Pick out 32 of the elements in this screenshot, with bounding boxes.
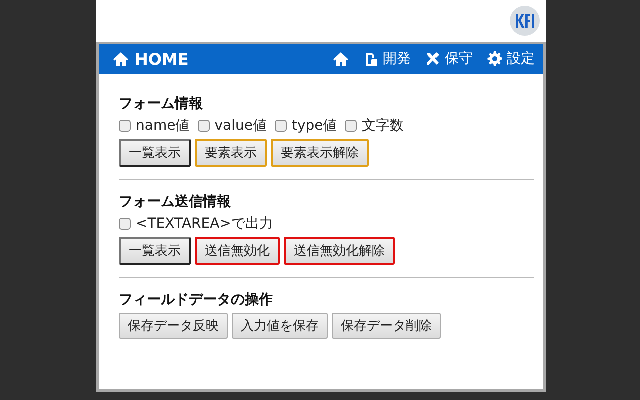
action-button[interactable]: 送信無効化 <box>195 237 280 265</box>
home-icon[interactable] <box>333 51 349 67</box>
home-icon[interactable] <box>113 51 129 67</box>
action-button[interactable]: 保存データ削除 <box>332 313 441 339</box>
checkbox-label[interactable]: 文字数 <box>362 117 404 135</box>
action-button[interactable]: 送信無効化解除 <box>284 237 395 265</box>
action-button[interactable]: 一覧表示 <box>119 237 191 265</box>
nav-link[interactable]: 開発 <box>383 50 411 68</box>
checkbox[interactable] <box>119 218 131 230</box>
action-button[interactable]: 保存データ反映 <box>119 313 228 339</box>
nav-link[interactable]: 設定 <box>507 50 535 68</box>
section-title: フォーム情報 <box>119 95 204 113</box>
checkbox-label[interactable]: name値 <box>136 117 190 135</box>
checkbox-label[interactable]: <TEXTAREA>で出力 <box>136 215 274 233</box>
settings-icon[interactable] <box>487 51 503 67</box>
checkbox[interactable] <box>119 120 131 132</box>
action-button[interactable]: 一覧表示 <box>119 139 191 167</box>
logo-icon <box>510 6 540 36</box>
action-button[interactable]: 入力値を保存 <box>232 313 328 339</box>
checkbox-label[interactable]: value値 <box>214 117 267 135</box>
checkbox-label[interactable]: type値 <box>292 117 338 135</box>
section-title: フォーム送信情報 <box>119 193 232 211</box>
tools-icon[interactable] <box>425 51 441 67</box>
action-button[interactable]: 要素表示解除 <box>271 139 369 167</box>
checkbox[interactable] <box>198 120 210 132</box>
document-icon[interactable] <box>363 51 379 67</box>
action-button[interactable]: 要素表示 <box>195 139 267 167</box>
nav-link[interactable]: 保守 <box>445 50 473 68</box>
header-title[interactable]: HOME <box>135 50 189 68</box>
checkbox[interactable] <box>274 120 287 132</box>
checkbox[interactable] <box>345 120 358 132</box>
section-title: フィールドデータの操作 <box>119 291 274 309</box>
